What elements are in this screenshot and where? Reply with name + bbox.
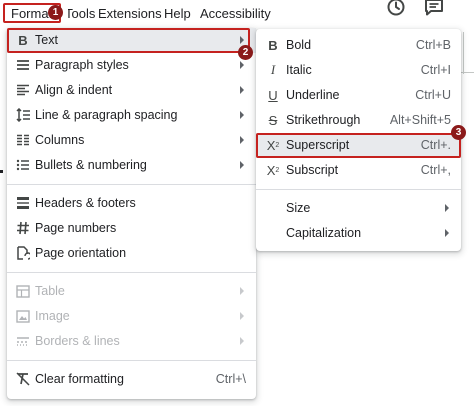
- submenu-item-italic[interactable]: I Italic Ctrl+I: [256, 58, 461, 83]
- submenu-item-capitalization[interactable]: Capitalization: [256, 221, 461, 246]
- menu-item-label: Borders & lines: [35, 334, 120, 348]
- menu-separator: [7, 184, 256, 185]
- menu-tools[interactable]: Tools: [65, 6, 95, 21]
- menu-item-label: Align & indent: [35, 83, 113, 97]
- menu-separator: [7, 272, 256, 273]
- columns-icon: [15, 132, 31, 148]
- menu-item-label: Clear formatting: [35, 372, 124, 386]
- paragraph-lines-icon: [15, 57, 31, 73]
- menu-item-page-numbers[interactable]: Page numbers: [7, 216, 256, 241]
- shortcut-label: Ctrl+B: [415, 38, 451, 52]
- menu-item-label: Headers & footers: [35, 196, 136, 210]
- submenu-item-label: Capitalization: [286, 226, 362, 240]
- menu-item-table: Table: [7, 279, 256, 304]
- menu-item-bullets-numbering[interactable]: Bullets & numbering: [7, 153, 256, 178]
- shortcut-label: Ctrl+I: [420, 63, 451, 77]
- headers-footers-icon: [15, 195, 31, 211]
- subscript-icon: X2: [266, 162, 280, 178]
- shortcut-label: Alt+Shift+5: [389, 113, 451, 127]
- submenu-item-label: Strikethrough: [286, 113, 361, 127]
- menu-item-page-orientation[interactable]: Page orientation: [7, 241, 256, 266]
- submenu-item-label: Bold: [286, 38, 312, 52]
- menu-item-label: Bullets & numbering: [35, 158, 147, 172]
- submenu-arrow-icon: [445, 229, 449, 237]
- menu-item-borders-lines: Borders & lines: [7, 329, 256, 354]
- ruler-line: [463, 32, 464, 74]
- menu-separator: [256, 189, 461, 190]
- submenu-item-label: Italic: [286, 63, 312, 77]
- step-badge-2: 2: [238, 45, 253, 60]
- submenu-item-label: Subscript: [286, 163, 339, 177]
- bold-icon: B: [268, 37, 278, 53]
- submenu-item-label: Underline: [286, 88, 340, 102]
- hash-icon: [15, 220, 31, 236]
- table-icon: [15, 283, 31, 299]
- menu-item-label: Page orientation: [35, 246, 127, 260]
- shortcut-label: Ctrl+\: [215, 372, 246, 386]
- menu-item-line-spacing[interactable]: Line & paragraph spacing: [7, 103, 256, 128]
- menu-item-label: Line & paragraph spacing: [35, 108, 178, 122]
- menu-item-label: Paragraph styles: [35, 58, 129, 72]
- submenu-item-label: Size: [286, 201, 311, 215]
- menu-item-image: Image: [7, 304, 256, 329]
- document-edge-mark: [0, 170, 3, 173]
- clear-formatting-icon: [15, 371, 31, 387]
- menu-item-label: Page numbers: [35, 221, 117, 235]
- submenu-arrow-icon: [240, 61, 244, 69]
- line-spacing-icon: [15, 107, 31, 123]
- menu-extensions[interactable]: Extensions: [98, 6, 162, 21]
- menu-item-columns[interactable]: Columns: [7, 128, 256, 153]
- submenu-item-bold[interactable]: B Bold Ctrl+B: [256, 33, 461, 58]
- menu-item-label: Table: [35, 284, 65, 298]
- format-menu: B Text Paragraph styles Align & indent L…: [7, 28, 256, 399]
- underline-icon: U: [268, 87, 278, 103]
- submenu-arrow-icon: [240, 337, 244, 345]
- submenu-arrow-icon: [240, 86, 244, 94]
- submenu-arrow-icon: [240, 312, 244, 320]
- submenu-arrow-icon: [445, 204, 449, 212]
- menu-separator: [7, 360, 256, 361]
- menu-item-clear-formatting[interactable]: Clear formatting Ctrl+\: [7, 367, 256, 392]
- italic-icon: I: [270, 62, 276, 77]
- text-item-highlight-box: [7, 28, 250, 53]
- page-orientation-icon: [15, 245, 31, 261]
- strikethrough-icon: S: [268, 112, 278, 128]
- shortcut-label: Ctrl+U: [415, 88, 451, 102]
- image-icon: [15, 308, 31, 324]
- submenu-arrow-icon: [240, 136, 244, 144]
- menu-help[interactable]: Help: [164, 6, 191, 21]
- submenu-item-strikethrough[interactable]: S Strikethrough Alt+Shift+5: [256, 108, 461, 133]
- menu-item-headers-footers[interactable]: Headers & footers: [7, 191, 256, 216]
- menu-item-label: Image: [35, 309, 70, 323]
- bullets-icon: [15, 157, 31, 173]
- step-badge-1: 1: [48, 5, 63, 20]
- menubar: Format Tools Extensions Help Accessibili…: [0, 0, 474, 26]
- submenu-arrow-icon: [240, 161, 244, 169]
- submenu-arrow-icon: [240, 111, 244, 119]
- comment-icon[interactable]: [423, 0, 445, 23]
- step-badge-3: 3: [451, 125, 466, 140]
- menu-item-label: Columns: [35, 133, 85, 147]
- submenu-item-underline[interactable]: U Underline Ctrl+U: [256, 83, 461, 108]
- submenu-item-size[interactable]: Size: [256, 196, 461, 221]
- align-icon: [15, 82, 31, 98]
- borders-icon: [15, 333, 31, 349]
- shortcut-label: Ctrl+,: [420, 163, 451, 177]
- menu-item-paragraph-styles[interactable]: Paragraph styles: [7, 53, 256, 78]
- superscript-highlight-box: [256, 133, 461, 158]
- submenu-item-subscript[interactable]: X2 Subscript Ctrl+,: [256, 158, 461, 183]
- clock-icon[interactable]: [386, 0, 406, 22]
- submenu-arrow-icon: [240, 287, 244, 295]
- menu-item-align-indent[interactable]: Align & indent: [7, 78, 256, 103]
- menu-accessibility[interactable]: Accessibility: [200, 6, 271, 21]
